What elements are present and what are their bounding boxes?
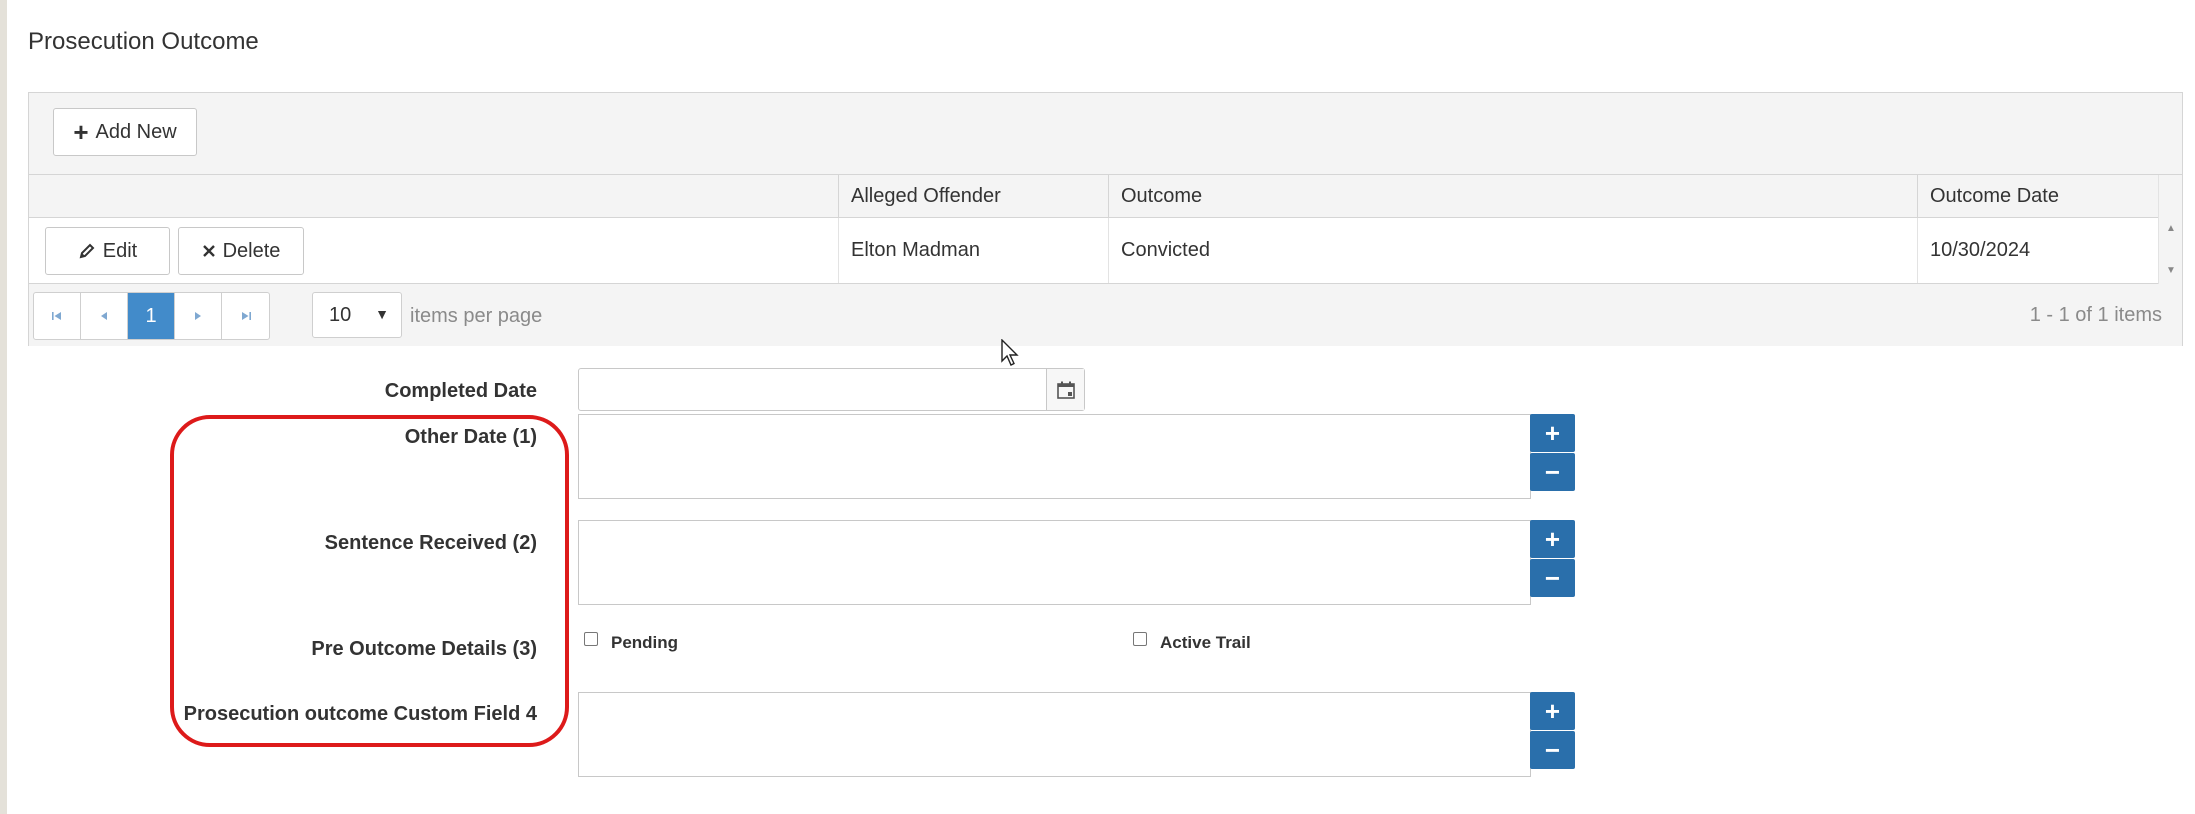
cell-outcome-date: 10/30/2024: [1917, 218, 2159, 283]
custom-field-4-field[interactable]: [578, 692, 1531, 777]
custom-field-4-add-button[interactable]: +: [1530, 692, 1575, 730]
grid-pager: 1 10 ▼ items per page 1 - 1 of 1 items: [29, 284, 2182, 346]
sentence-received-remove-button[interactable]: −: [1530, 559, 1575, 597]
other-date-add-button[interactable]: +: [1530, 414, 1575, 452]
column-header-alleged-offender[interactable]: Alleged Offender: [838, 175, 1108, 217]
first-page-button[interactable]: [34, 293, 81, 339]
chevron-down-icon: ▼: [375, 306, 389, 322]
page-button-current[interactable]: 1: [128, 293, 175, 339]
other-date-field[interactable]: [578, 414, 1531, 499]
minus-icon: −: [1544, 457, 1561, 487]
calendar-button[interactable]: [1046, 369, 1084, 410]
plus-icon: +: [1544, 524, 1561, 554]
column-header-outcome-date[interactable]: Outcome Date: [1917, 175, 2159, 217]
delete-button[interactable]: Delete: [178, 227, 304, 275]
last-page-button[interactable]: [222, 293, 269, 339]
cell-outcome: Convicted: [1108, 218, 1917, 283]
pending-checkbox-label[interactable]: Pending: [611, 633, 678, 653]
first-page-icon: [52, 312, 61, 320]
plus-icon: +: [1544, 418, 1561, 448]
completed-date-label: Completed Date: [384, 380, 537, 402]
mouse-cursor-icon: [1001, 339, 1019, 366]
custom-field-4-remove-button[interactable]: −: [1530, 731, 1575, 769]
grid-vertical-scrollbar[interactable]: ▲ ▼: [2158, 175, 2182, 284]
pending-checkbox[interactable]: [584, 632, 598, 646]
delete-label: Delete: [222, 239, 281, 262]
column-header-outcome[interactable]: Outcome: [1108, 175, 1917, 217]
left-edge-border: [0, 0, 7, 814]
next-page-button[interactable]: [175, 293, 222, 339]
scroll-down-arrow-icon[interactable]: ▼: [2166, 265, 2176, 276]
last-page-icon: [241, 312, 251, 320]
pager-buttons: 1: [33, 292, 270, 340]
prev-page-icon: [101, 312, 107, 320]
calendar-icon: [1056, 381, 1075, 399]
page-size-select[interactable]: 10 ▼: [312, 292, 402, 338]
add-new-button[interactable]: + Add New: [53, 108, 197, 156]
minus-icon: −: [1544, 563, 1561, 593]
active-trail-checkbox[interactable]: [1133, 632, 1147, 646]
edit-button[interactable]: Edit: [45, 227, 170, 275]
next-page-icon: [195, 312, 201, 320]
grid-toolbar: + Add New: [29, 93, 2182, 175]
page-title: Prosecution Outcome: [28, 28, 259, 55]
pager-info: 1 - 1 of 1 items: [2029, 304, 2162, 326]
active-trail-checkbox-label[interactable]: Active Trail: [1160, 633, 1251, 653]
plus-icon: +: [1544, 696, 1561, 726]
completed-date-field[interactable]: [578, 368, 1085, 411]
sentence-received-add-button[interactable]: +: [1530, 520, 1575, 558]
red-highlight-annotation: [170, 415, 569, 747]
times-icon: [202, 245, 215, 257]
row-actions-cell: Edit Delete: [29, 218, 838, 283]
scroll-up-arrow-icon[interactable]: ▲: [2166, 223, 2176, 234]
sentence-received-field[interactable]: [578, 520, 1531, 605]
plus-icon: +: [73, 117, 89, 147]
minus-icon: −: [1544, 735, 1561, 765]
items-per-page-label: items per page: [410, 305, 543, 327]
actions-column-header: [29, 175, 838, 217]
page-size-value: 10: [329, 303, 352, 326]
grid-header-row: Alleged Offender Outcome Outcome Date: [29, 175, 2182, 218]
outcome-grid: + Add New Alleged Offender Outcome Outco…: [28, 92, 2183, 346]
table-row[interactable]: Edit Delete Elton Madman Convicted 10/30…: [29, 218, 2182, 284]
pencil-icon: [79, 243, 95, 259]
other-date-remove-button[interactable]: −: [1530, 453, 1575, 491]
prev-page-button[interactable]: [81, 293, 128, 339]
add-new-label: Add New: [95, 120, 177, 143]
cell-alleged-offender: Elton Madman: [838, 218, 1108, 283]
edit-label: Edit: [102, 239, 138, 262]
